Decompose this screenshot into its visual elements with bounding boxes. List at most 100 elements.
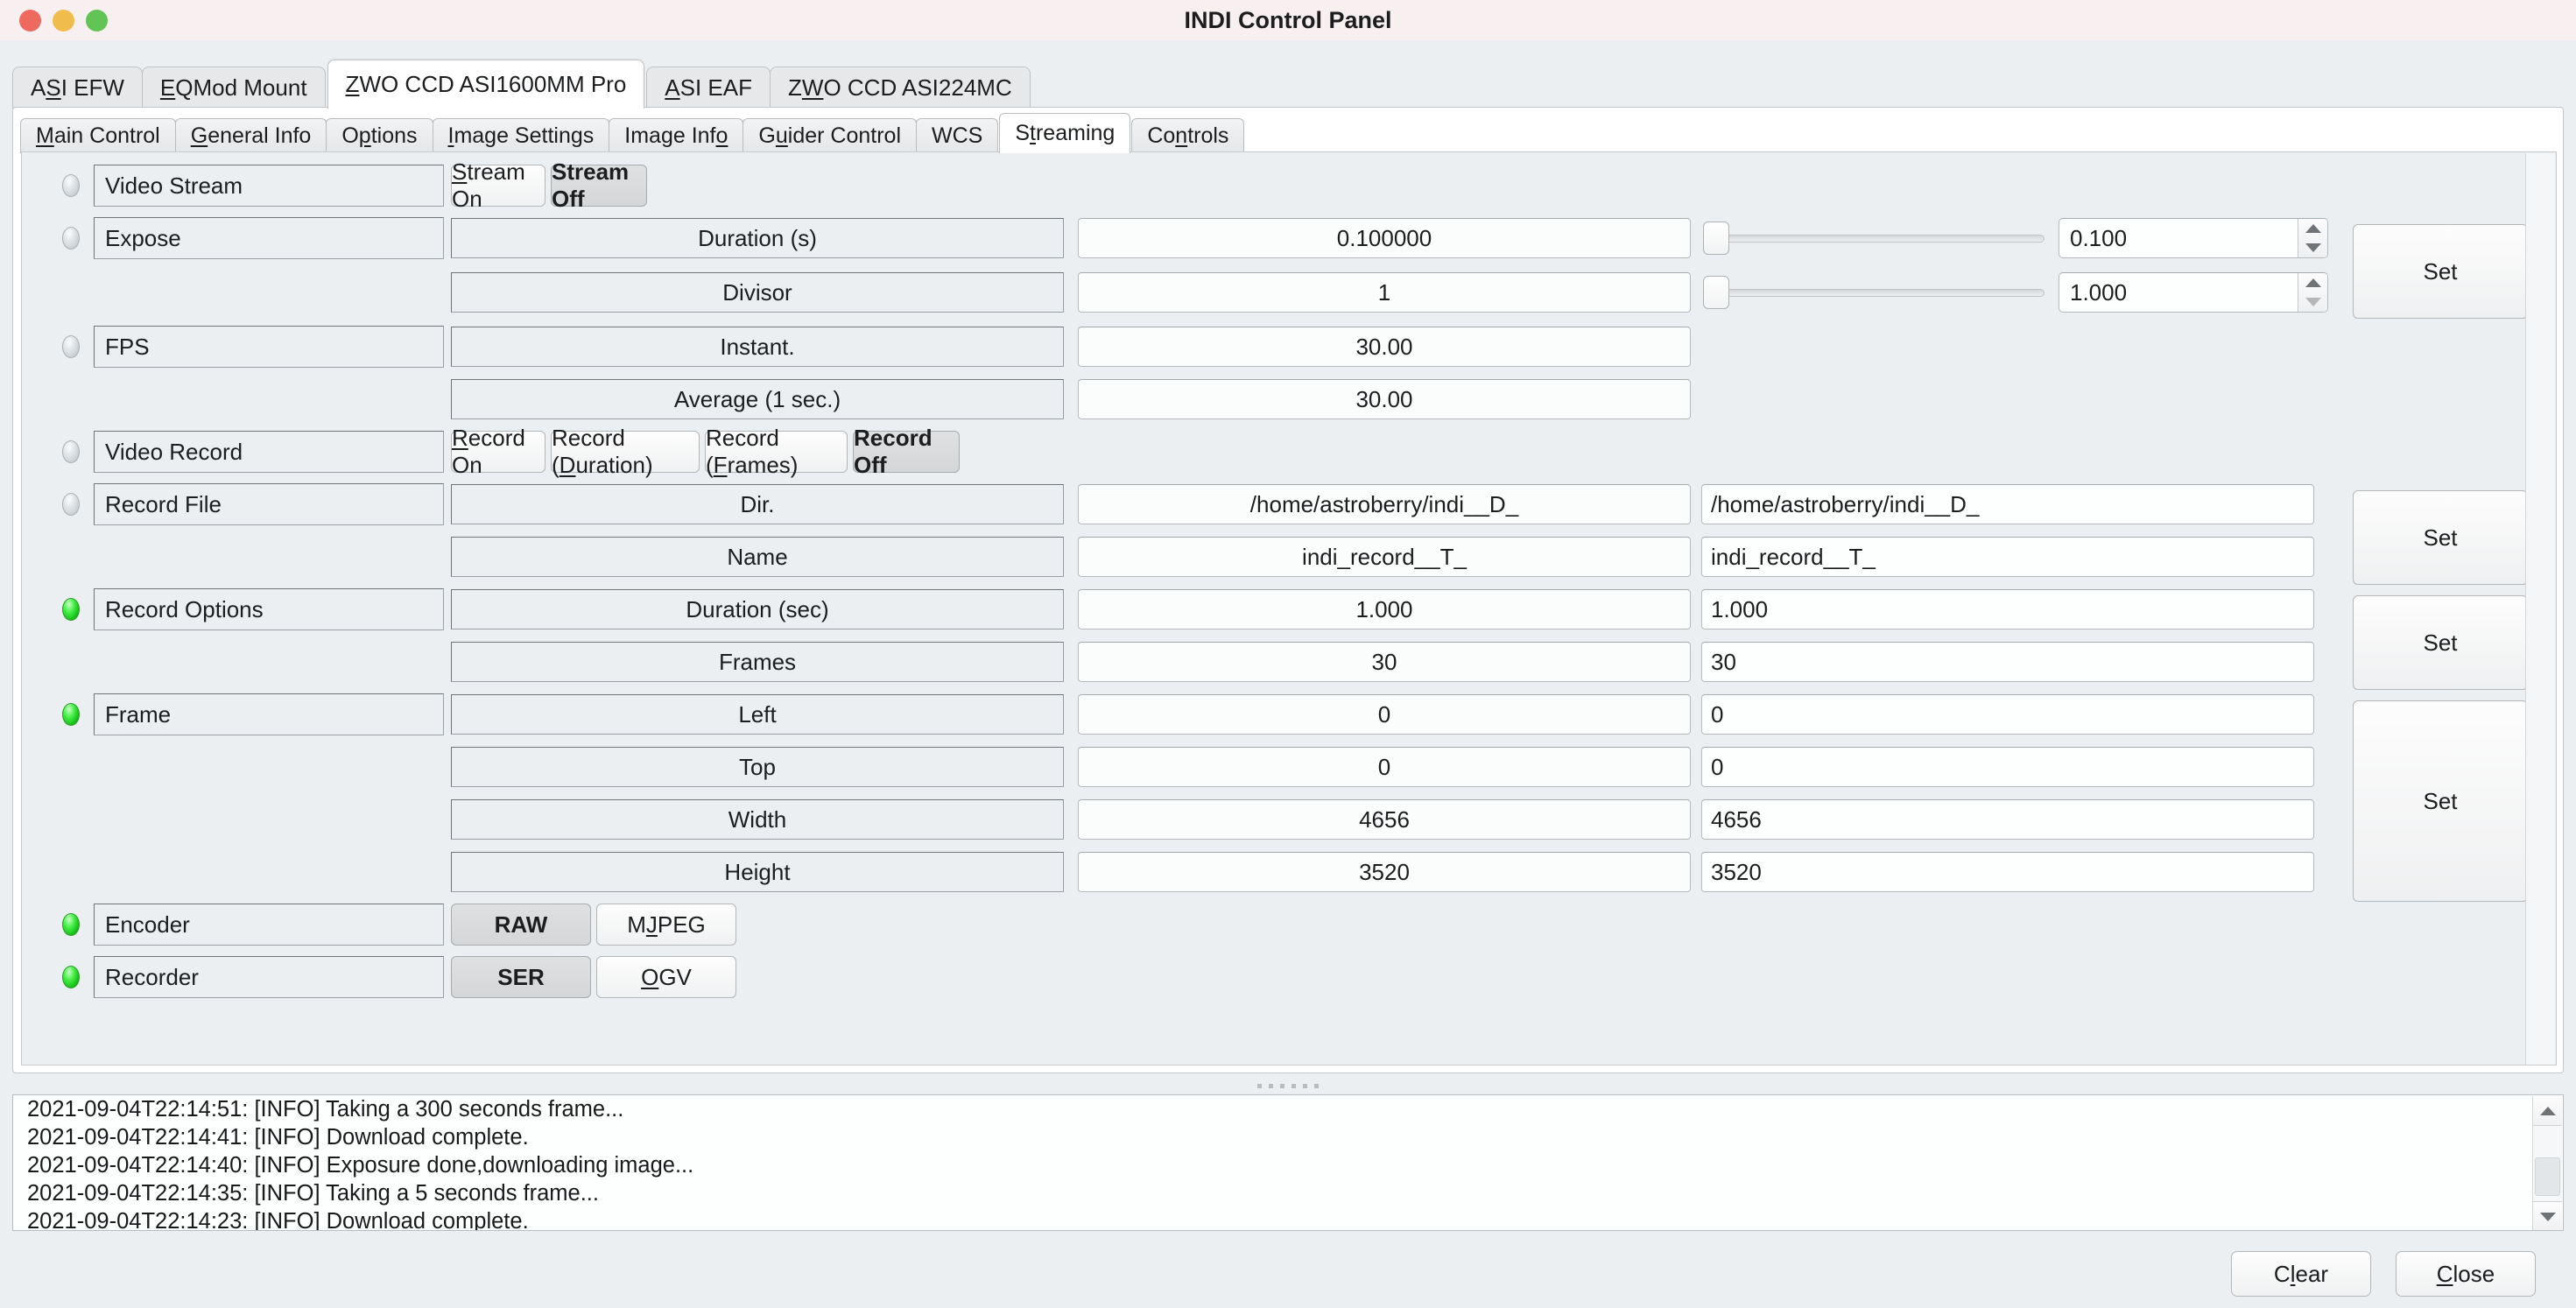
spinner-buttons bbox=[2298, 219, 2327, 257]
device-tab-label: ZWO CCD ASI1600MM Pro bbox=[345, 71, 627, 97]
spinner-value[interactable]: 1.000 bbox=[2059, 273, 2298, 312]
record-frames-button[interactable]: Record (Frames) bbox=[705, 425, 848, 478]
device-tab-asi-efw[interactable]: ASI EFW bbox=[12, 67, 143, 109]
input-frame-left[interactable]: 0 bbox=[1701, 694, 2314, 735]
device-tab-asi-eaf[interactable]: ASI EAF bbox=[646, 67, 771, 109]
tab-wcs[interactable]: WCS bbox=[916, 118, 999, 153]
streaming-properties-panel: Video Stream Stream On Stream Off Expose… bbox=[21, 151, 2557, 1065]
input-record-frames[interactable]: 30 bbox=[1701, 642, 2314, 682]
property-row-expose-divisor: Divisor 1 1.000 bbox=[22, 271, 2328, 313]
value-record-dir: /home/astroberry/indi__D_ bbox=[1078, 484, 1691, 524]
property-name-fps: FPS bbox=[94, 326, 444, 368]
button-label: Record On bbox=[452, 425, 525, 478]
slider-groove bbox=[1726, 288, 2045, 297]
status-led-frame bbox=[62, 703, 80, 726]
panel-vertical-scrollbar[interactable] bbox=[2525, 153, 2555, 1065]
property-name-video-record: Video Record bbox=[94, 431, 444, 473]
scroll-up-icon[interactable] bbox=[2533, 1096, 2562, 1126]
log-vertical-scrollbar[interactable] bbox=[2532, 1096, 2562, 1230]
encoder-raw-button[interactable]: RAW bbox=[451, 904, 591, 946]
button-label: Set bbox=[2423, 629, 2458, 656]
window-title: INDI Control Panel bbox=[1184, 7, 1392, 33]
input-frame-width[interactable]: 4656 bbox=[1701, 799, 2314, 840]
device-tab-label: ASI EAF bbox=[665, 74, 752, 101]
log-line: 2021-09-04T22:14:40: [INFO] Exposure don… bbox=[27, 1152, 694, 1178]
property-tab-bar: Main Control General Info Options Image … bbox=[20, 111, 1245, 153]
input-record-duration-sec[interactable]: 1.000 bbox=[1701, 589, 2314, 629]
spinner-down-icon[interactable] bbox=[2298, 292, 2327, 312]
value-divisor: 1 bbox=[1078, 272, 1691, 313]
label-frame-top: Top bbox=[451, 747, 1064, 787]
traffic-lights bbox=[19, 9, 108, 32]
scroll-thumb[interactable] bbox=[2535, 1157, 2560, 1197]
spinner-up-icon[interactable] bbox=[2298, 273, 2327, 292]
panel-log-splitter[interactable] bbox=[12, 1077, 2564, 1094]
tab-options[interactable]: Options bbox=[326, 118, 433, 153]
encoder-mjpeg-button[interactable]: MJPEG bbox=[596, 904, 736, 946]
button-label: Close bbox=[2436, 1260, 2495, 1287]
label-divisor: Divisor bbox=[451, 272, 1064, 313]
maximize-window-icon[interactable] bbox=[86, 9, 108, 32]
tab-general-info[interactable]: General Info bbox=[174, 118, 327, 153]
tab-controls[interactable]: Controls bbox=[1131, 118, 1245, 153]
status-led-encoder bbox=[62, 913, 80, 936]
spinner-up-icon[interactable] bbox=[2298, 219, 2327, 238]
input-frame-height[interactable]: 3520 bbox=[1701, 852, 2314, 892]
scroll-down-icon[interactable] bbox=[2533, 1201, 2562, 1230]
clear-button[interactable]: Clear bbox=[2231, 1251, 2371, 1297]
device-tab-zwo-ccd-asi224mc[interactable]: ZWO CCD ASI224MC bbox=[770, 67, 1031, 109]
value-record-frames: 30 bbox=[1078, 642, 1691, 682]
device-tab-eqmod-mount[interactable]: EQMod Mount bbox=[141, 67, 326, 109]
slider-handle[interactable] bbox=[1703, 222, 1729, 255]
button-label: MJPEG bbox=[627, 911, 706, 938]
close-window-icon[interactable] bbox=[19, 9, 41, 32]
value-record-duration-sec: 1.000 bbox=[1078, 589, 1691, 629]
stream-on-button[interactable]: Stream On bbox=[451, 158, 545, 212]
spinner-value[interactable]: 0.100 bbox=[2059, 219, 2298, 257]
device-tab-zwo-ccd-asi1600mm-pro[interactable]: ZWO CCD ASI1600MM Pro bbox=[327, 60, 645, 109]
value-fps-instant: 30.00 bbox=[1078, 327, 1691, 367]
label-record-frames: Frames bbox=[451, 642, 1064, 682]
set-button-record-options[interactable]: Set bbox=[2353, 595, 2528, 690]
slider-duration-seconds[interactable] bbox=[1703, 218, 2045, 258]
slider-divisor[interactable] bbox=[1703, 272, 2045, 313]
log-line: 2021-09-04T22:14:35: [INFO] Taking a 5 s… bbox=[27, 1180, 599, 1206]
tab-label: Image Settings bbox=[447, 123, 595, 148]
slider-handle[interactable] bbox=[1703, 276, 1729, 309]
recorder-ser-button[interactable]: SER bbox=[451, 956, 591, 998]
tab-main-control[interactable]: Main Control bbox=[20, 118, 176, 153]
property-row-frame-height: Height 3520 3520 bbox=[22, 851, 2314, 893]
button-label: Set bbox=[2423, 787, 2458, 814]
spinner-down-icon[interactable] bbox=[2298, 238, 2327, 257]
set-button-record-file[interactable]: Set bbox=[2353, 490, 2528, 585]
tab-label: Controls bbox=[1147, 123, 1229, 148]
tab-image-settings[interactable]: Image Settings bbox=[432, 118, 610, 153]
button-label: Clear bbox=[2273, 1260, 2329, 1287]
property-list: Video Stream Stream On Stream Off Expose… bbox=[22, 152, 2528, 1065]
input-record-dir[interactable]: /home/astroberry/indi__D_ bbox=[1701, 484, 2314, 524]
spinner-divisor[interactable]: 1.000 bbox=[2059, 272, 2328, 313]
close-button[interactable]: Close bbox=[2396, 1251, 2536, 1297]
property-name-record-options: Record Options bbox=[94, 588, 444, 630]
property-name-expose: Expose bbox=[94, 217, 444, 259]
value-fps-average: 30.00 bbox=[1078, 379, 1691, 419]
input-record-name[interactable]: indi_record__T_ bbox=[1701, 537, 2314, 577]
minimize-window-icon[interactable] bbox=[53, 9, 74, 32]
tab-guider-control[interactable]: Guider Control bbox=[743, 118, 918, 153]
spinner-duration-seconds[interactable]: 0.100 bbox=[2059, 218, 2328, 258]
stream-off-button[interactable]: Stream Off bbox=[551, 158, 647, 212]
input-frame-top[interactable]: 0 bbox=[1701, 747, 2314, 787]
log-line: 2021-09-04T22:14:41: [INFO] Download com… bbox=[27, 1124, 529, 1150]
device-panel-card: Main Control General Info Options Image … bbox=[12, 107, 2564, 1073]
property-row-frame-width: Width 4656 4656 bbox=[22, 798, 2314, 840]
log-output[interactable]: 2021-09-04T22:14:51: [INFO] Taking a 300… bbox=[12, 1094, 2564, 1231]
record-off-button[interactable]: Record Off bbox=[853, 425, 960, 478]
tab-image-info[interactable]: Image Info bbox=[609, 118, 744, 153]
recorder-ogv-button[interactable]: OGV bbox=[596, 956, 736, 998]
set-button-frame[interactable]: Set bbox=[2353, 700, 2528, 902]
scroll-track[interactable] bbox=[2533, 1126, 2562, 1201]
tab-streaming[interactable]: Streaming bbox=[999, 113, 1131, 153]
record-duration-button[interactable]: Record (Duration) bbox=[551, 425, 700, 478]
record-on-button[interactable]: Record On bbox=[451, 425, 545, 478]
set-button-expose[interactable]: Set bbox=[2353, 224, 2528, 319]
